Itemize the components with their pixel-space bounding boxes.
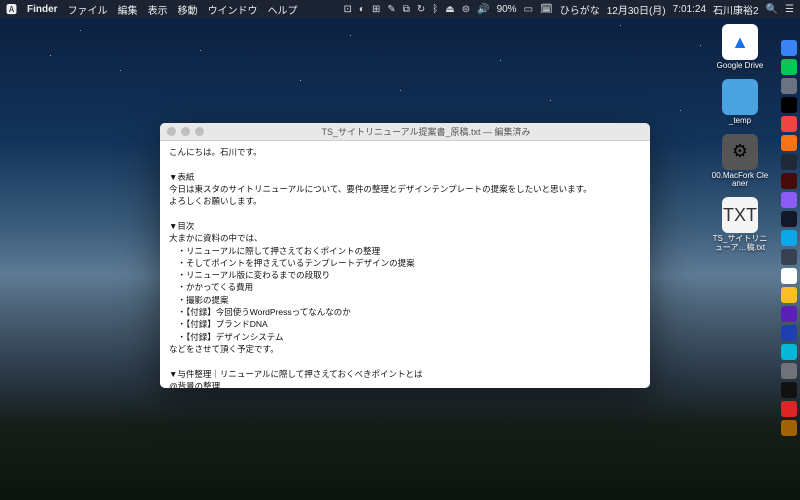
dock-app-icon[interactable]: [781, 135, 797, 151]
dock-app-icon[interactable]: [781, 97, 797, 113]
icon-label: Google Drive: [717, 62, 764, 71]
zoom-icon[interactable]: [195, 127, 204, 136]
menubar: 🅰 Finder ファイル 編集 表示 移動 ウインドウ ヘルプ ⊡ ◐ ⊞ ✎…: [0, 0, 800, 18]
dock: [780, 40, 798, 490]
ime-status[interactable]: ひらがな: [560, 2, 600, 17]
status-icon[interactable]: 🗓: [540, 4, 553, 15]
close-icon[interactable]: [167, 127, 176, 136]
desktop-icon[interactable]: ⚙ 00.MacFork Cleaner: [710, 134, 770, 190]
dock-app-icon[interactable]: [781, 382, 797, 398]
dock-app-icon[interactable]: [781, 154, 797, 170]
file-icon: TXT: [722, 197, 758, 233]
sync-icon[interactable]: ↻: [417, 4, 425, 15]
desktop-icons: ▲ Google Drive _temp ⚙ 00.MacFork Cleaner TXT…: [710, 24, 770, 253]
desktop-icon[interactable]: ▲ Google Drive: [710, 24, 770, 71]
menu-go[interactable]: 移動: [178, 2, 198, 17]
window-titlebar[interactable]: TS_サイトリニューアル提案書_原稿.txt — 編集済み: [160, 123, 650, 141]
dock-app-icon[interactable]: [781, 306, 797, 322]
evernote-icon[interactable]: ✎: [387, 4, 395, 15]
dock-app-icon[interactable]: [781, 230, 797, 246]
desktop-icon[interactable]: TXT TS_サイトリニューア…稿.txt: [710, 197, 770, 253]
app-name[interactable]: Finder: [27, 4, 58, 15]
date: 12月30日(月): [607, 2, 666, 17]
dock-app-icon[interactable]: [781, 401, 797, 417]
status-icon[interactable]: ⏏: [445, 4, 454, 15]
menu-file[interactable]: ファイル: [68, 2, 108, 17]
dock-app-icon[interactable]: [781, 268, 797, 284]
textedit-window: TS_サイトリニューアル提案書_原稿.txt — 編集済み こんにちは。石川です…: [160, 123, 650, 388]
icon-label: _temp: [729, 117, 751, 126]
volume-icon[interactable]: 🔊: [477, 4, 489, 15]
battery-pct[interactable]: 90%: [497, 4, 517, 15]
icon-label: 00.MacFork Cleaner: [710, 172, 770, 190]
menu-window[interactable]: ウインドウ: [208, 2, 258, 17]
dock-app-icon[interactable]: [781, 249, 797, 265]
status-icon[interactable]: ◐: [359, 4, 365, 15]
menu-help[interactable]: ヘルプ: [268, 2, 298, 17]
dock-app-icon[interactable]: [781, 344, 797, 360]
dock-app-icon[interactable]: [781, 59, 797, 75]
file-icon: ▲: [722, 24, 758, 60]
time: 7:01:24: [673, 4, 706, 15]
document-body[interactable]: こんにちは。石川です。 ▼表紙 今日は東スタのサイトリニューアルについて、要件の…: [160, 141, 650, 388]
dock-app-icon[interactable]: [781, 116, 797, 132]
dock-app-icon[interactable]: [781, 325, 797, 341]
dock-app-icon[interactable]: [781, 192, 797, 208]
search-icon[interactable]: 🔍: [766, 4, 778, 15]
wifi-icon[interactable]: ⊜: [462, 4, 470, 15]
dropbox-icon[interactable]: ⧉: [403, 4, 410, 15]
status-icon[interactable]: ⊡: [344, 4, 352, 15]
dock-app-icon[interactable]: [781, 420, 797, 436]
menu-view[interactable]: 表示: [148, 2, 168, 17]
document-text[interactable]: こんにちは。石川です。 ▼表紙 今日は東スタのサイトリニューアルについて、要件の…: [169, 146, 641, 388]
dock-app-icon[interactable]: [781, 287, 797, 303]
dock-app-icon[interactable]: [781, 78, 797, 94]
minimize-icon[interactable]: [181, 127, 190, 136]
icon-label: TS_サイトリニューア…稿.txt: [710, 235, 770, 253]
dock-app-icon[interactable]: [781, 173, 797, 189]
bluetooth-icon[interactable]: ᛒ: [432, 4, 438, 15]
dock-app-icon[interactable]: [781, 40, 797, 56]
dock-app-icon[interactable]: [781, 363, 797, 379]
menu-edit[interactable]: 編集: [118, 2, 138, 17]
apple-logo-icon[interactable]: 🅰: [6, 1, 17, 17]
file-icon: [722, 79, 758, 115]
battery-icon[interactable]: ▭: [524, 4, 533, 15]
user[interactable]: 石川康裕2: [713, 2, 759, 17]
window-title: TS_サイトリニューアル提案書_原稿.txt — 編集済み: [209, 125, 643, 138]
dock-app-icon[interactable]: [781, 211, 797, 227]
notifications-icon[interactable]: ☰: [785, 4, 794, 15]
file-icon: ⚙: [722, 134, 758, 170]
desktop-icon[interactable]: _temp: [710, 79, 770, 126]
status-icon[interactable]: ⊞: [372, 4, 380, 15]
